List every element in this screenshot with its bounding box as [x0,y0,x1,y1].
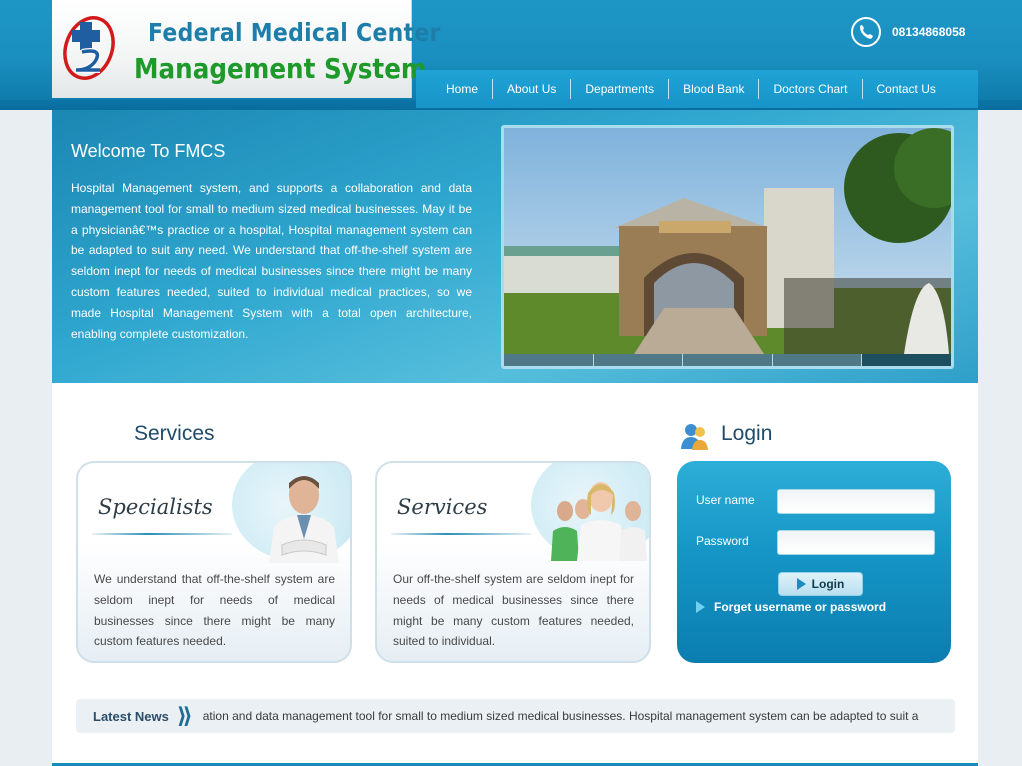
card-title-specialists: Specialists [98,495,213,519]
card-title-services: Services [397,495,488,519]
latest-news-label: Latest News [93,708,169,724]
hero-title: Welcome To FMCS [71,141,226,161]
username-label: User name [696,493,755,507]
forgot-password-link[interactable]: Forget username or password [696,600,886,614]
brand-line-2: Management System [134,52,427,85]
login-heading: Login [721,422,773,445]
hospital-building-photo [504,128,951,354]
services-card[interactable]: Services Our off-the-shelf system are se… [375,461,651,663]
phone-icon [851,17,881,47]
slider-dot[interactable] [683,354,773,366]
slider-dot[interactable] [504,354,594,366]
main-nav: Home About Us Departments Blood Bank Doc… [416,70,978,108]
nav-doctors-chart[interactable]: Doctors Chart [759,79,863,99]
password-label: Password [696,534,749,548]
medical-team-photo [551,482,647,561]
login-button-label: Login [811,577,845,591]
nav-about-us[interactable]: About Us [493,79,572,99]
forgot-password-label: Forget username or password [714,600,887,614]
nav-blood-bank[interactable]: Blood Bank [669,79,760,99]
arrow-right-icon [696,601,705,613]
site-logo[interactable]: Federal Medical Center Management System [52,0,440,98]
card-divider [391,533,531,535]
play-arrow-icon [796,578,806,590]
login-form: User name Password Login Forget username… [677,461,951,663]
latest-news-bar: Latest News ⟫ ation and data management … [76,699,955,733]
nav-departments[interactable]: Departments [571,79,670,99]
news-ticker-text[interactable]: ation and data management tool for small… [203,709,943,723]
nav-home[interactable]: Home [432,79,494,99]
card-text-services: Our off-the-shelf system are seldom inep… [393,572,634,649]
brand-line-1: Federal Medical Center [148,18,441,47]
services-heading: Services [134,422,215,445]
nav-contact-us[interactable]: Contact Us [863,79,950,99]
phone-number: 08134868058 [892,25,966,39]
password-input[interactable] [777,530,935,555]
slider-indicators [504,354,951,366]
hero-banner: Welcome To FMCS Hospital Management syst… [52,110,978,383]
card-text-specialists: We understand that off-the-shelf system … [94,572,335,649]
medical-cross-logo-icon [63,16,115,80]
double-chevron-right-icon: ⟫ [176,703,193,728]
doctor-photo [269,476,339,563]
slider-dot[interactable] [593,354,684,366]
slider-dot[interactable] [772,354,863,366]
username-input[interactable] [777,489,935,514]
specialists-card[interactable]: Specialists We understand that off-the-s… [76,461,352,663]
login-button[interactable]: Login [778,572,863,596]
users-login-icon [681,424,708,450]
card-divider [92,533,232,535]
phone-contact: 08134868058 [851,17,965,47]
hero-slider-image[interactable] [501,125,954,369]
hero-text: Hospital Management system, and supports… [71,181,472,341]
slider-dot-active[interactable] [862,354,951,366]
